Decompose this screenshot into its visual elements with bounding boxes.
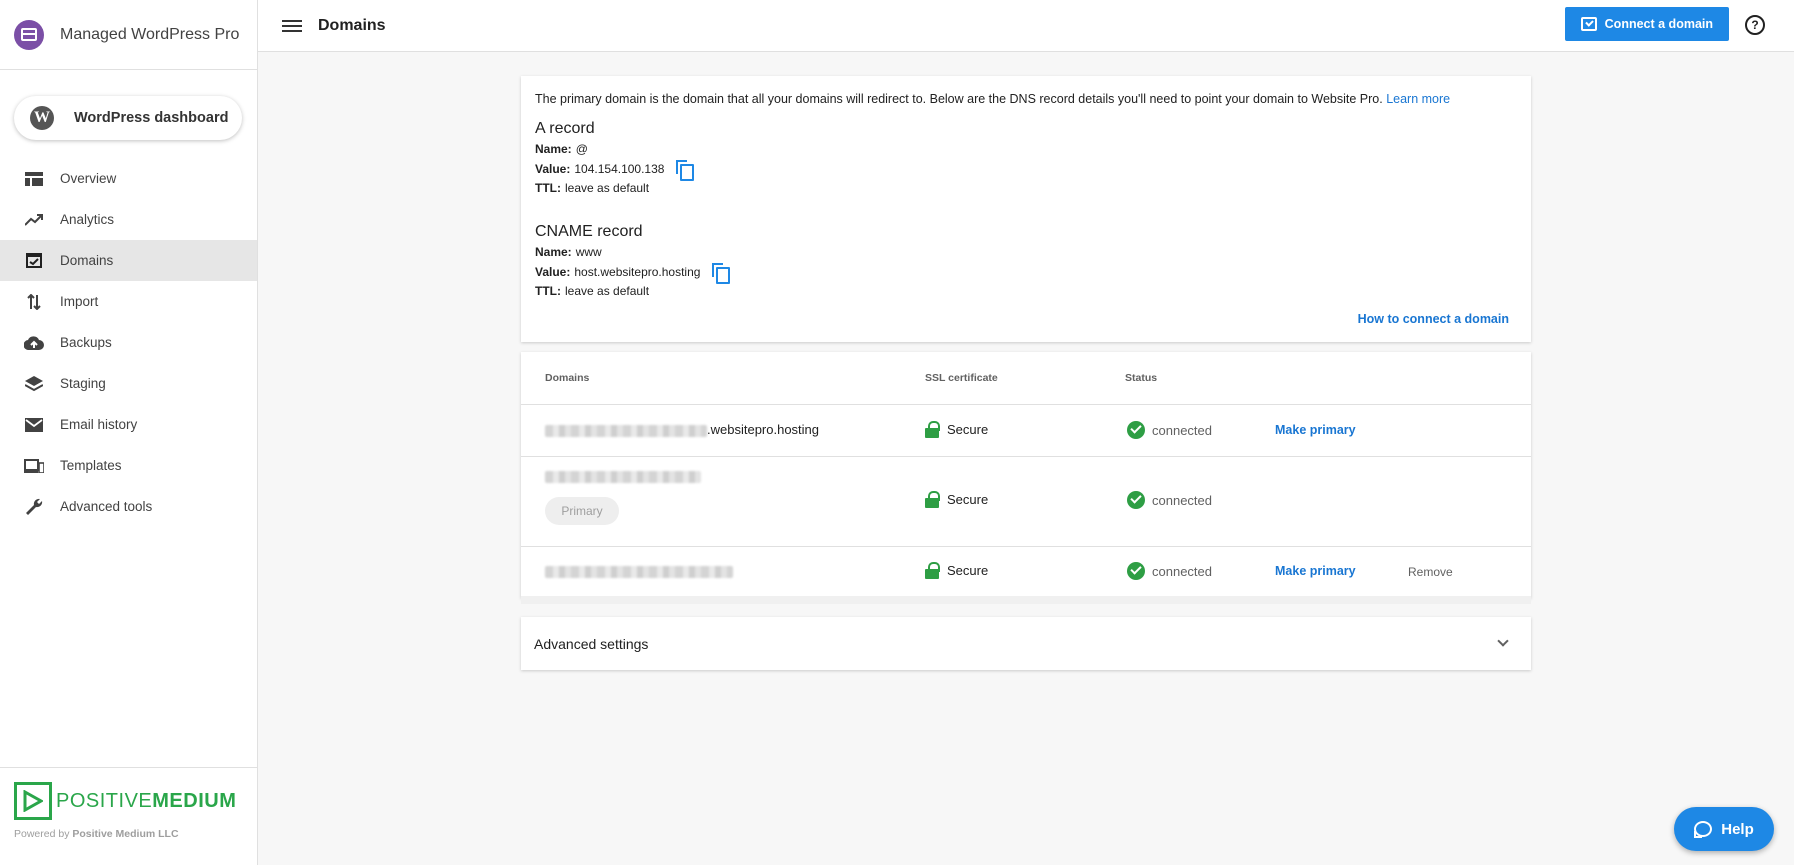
redacted-domain: [545, 425, 707, 437]
wrench-icon: [24, 497, 44, 517]
app-logo-icon: [14, 19, 44, 50]
sidebar-item-label: Email history: [60, 417, 138, 432]
sidebar-item-label: Staging: [60, 376, 106, 391]
lock-icon: [925, 562, 940, 579]
dns-info-card: The primary domain is the domain that al…: [521, 76, 1531, 342]
sidebar-nav: Overview Analytics Domains Import Backup…: [0, 158, 257, 527]
cname-record-title: CNAME record: [535, 223, 643, 240]
ssl-status: Secure: [925, 562, 988, 579]
sidebar-item-label: Backups: [60, 335, 112, 350]
ssl-status: Secure: [925, 491, 988, 508]
copy-icon[interactable]: [712, 263, 731, 284]
sidebar-item-label: Templates: [60, 458, 122, 473]
connect-domain-button[interactable]: Connect a domain: [1564, 7, 1729, 41]
check-circle-icon: [1127, 421, 1145, 439]
lock-icon: [925, 491, 940, 508]
sidebar-header: Managed WordPress Pro: [0, 0, 257, 70]
sidebar-item-label: Domains: [60, 253, 114, 268]
how-to-connect-link[interactable]: How to connect a domain: [1358, 312, 1509, 326]
logo-text-medium: MEDIUM: [152, 789, 237, 812]
connection-status: connected: [1127, 421, 1212, 439]
sidebar: Managed WordPress Pro W WordPress dashbo…: [0, 0, 258, 865]
dns-intro: The primary domain is the domain that al…: [535, 92, 1451, 106]
lock-icon: [925, 421, 940, 438]
domains-table: Domains SSL certificate Status .websitep…: [521, 352, 1531, 604]
a-record-title: A record: [535, 120, 595, 137]
logo-text-positive: POSITIVE: [56, 789, 153, 812]
learn-more-link[interactable]: Learn more: [1386, 92, 1450, 106]
sidebar-item-advanced-tools[interactable]: Advanced tools: [0, 486, 257, 527]
sidebar-item-label: Advanced tools: [60, 499, 153, 514]
domain-check-icon: [1580, 17, 1597, 31]
a-record-ttl: TTL: leave as default: [535, 181, 650, 195]
play-icon: [14, 782, 52, 820]
top-bar: Domains Connect a domain ?: [258, 0, 1794, 52]
wordpress-dashboard-label: WordPress dashboard: [74, 110, 229, 126]
primary-badge: Primary: [545, 497, 619, 525]
help-label: Help: [1721, 820, 1754, 838]
connection-status: connected: [1127, 491, 1212, 509]
app-title: Managed WordPress Pro: [60, 25, 240, 43]
menu-icon[interactable]: [282, 17, 302, 35]
column-header-ssl: SSL certificate: [925, 372, 998, 384]
redacted-domain: [545, 566, 733, 578]
import-icon: [24, 292, 44, 312]
connect-domain-label: Connect a domain: [1604, 17, 1713, 31]
email-icon: [24, 415, 44, 435]
templates-icon: [24, 456, 44, 476]
powered-company: Positive Medium LLC: [72, 828, 179, 840]
wordpress-icon: W: [30, 106, 54, 130]
cname-record-name: Name: www: [535, 245, 602, 259]
chat-bubble-icon: [1694, 821, 1713, 838]
backups-icon: [24, 333, 44, 353]
sidebar-item-label: Overview: [60, 171, 117, 186]
make-primary-button[interactable]: Make primary: [1275, 423, 1356, 437]
sidebar-item-domains[interactable]: Domains: [0, 240, 257, 281]
help-button[interactable]: Help: [1674, 807, 1774, 851]
table-row: .websitepro.hosting Secure connected Mak…: [521, 404, 1531, 456]
table-row: Secure connected Make primary Remove: [521, 546, 1531, 596]
table-row: Primary Secure connected: [521, 456, 1531, 546]
page-title: Domains: [318, 16, 386, 34]
remove-button[interactable]: Remove: [1408, 565, 1453, 579]
column-header-status: Status: [1125, 372, 1158, 384]
column-header-domains: Domains: [545, 372, 590, 384]
wordpress-dashboard-button[interactable]: W WordPress dashboard: [14, 96, 242, 140]
sidebar-item-backups[interactable]: Backups: [0, 322, 257, 363]
analytics-icon: [24, 210, 44, 230]
copy-icon[interactable]: [676, 160, 695, 181]
sidebar-item-staging[interactable]: Staging: [0, 363, 257, 404]
check-circle-icon: [1127, 562, 1145, 580]
powered-by: Powered by Positive Medium LLC: [14, 828, 179, 840]
ssl-status: Secure: [925, 421, 988, 438]
sidebar-item-analytics[interactable]: Analytics: [0, 199, 257, 240]
advanced-settings-panel[interactable]: Advanced settings: [521, 617, 1531, 670]
sidebar-item-overview[interactable]: Overview: [0, 158, 257, 199]
cname-record-ttl: TTL: leave as default: [535, 284, 650, 298]
redacted-domain: [545, 471, 701, 483]
check-circle-icon: [1127, 491, 1145, 509]
chevron-down-icon: [1497, 635, 1509, 647]
sidebar-item-label: Analytics: [60, 212, 115, 227]
cname-record-value: Value: host.websitepro.hosting: [535, 263, 1517, 284]
staging-icon: [24, 374, 44, 394]
sidebar-item-label: Import: [60, 294, 99, 309]
advanced-settings-label: Advanced settings: [534, 635, 649, 652]
sidebar-item-templates[interactable]: Templates: [0, 445, 257, 486]
sidebar-footer: POSITIVEMEDIUM Powered by Positive Mediu…: [0, 767, 257, 865]
domains-icon: [24, 251, 44, 271]
sidebar-item-import[interactable]: Import: [0, 281, 257, 322]
domain-name: .websitepro.hosting: [707, 422, 820, 437]
a-record-name: Name: @: [535, 142, 588, 156]
a-record-value: Value: 104.154.100.138: [535, 160, 1517, 181]
make-primary-button[interactable]: Make primary: [1275, 564, 1356, 578]
positive-medium-logo: POSITIVEMEDIUM: [14, 782, 243, 820]
connection-status: connected: [1127, 562, 1212, 580]
help-icon[interactable]: ?: [1745, 15, 1765, 35]
overview-icon: [24, 169, 44, 189]
sidebar-item-email-history[interactable]: Email history: [0, 404, 257, 445]
